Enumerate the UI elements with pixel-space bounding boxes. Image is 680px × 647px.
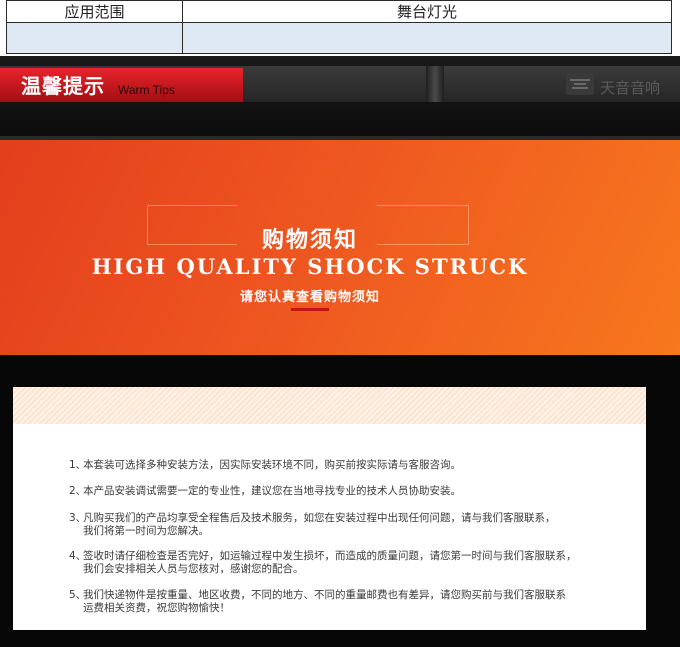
list-item: 3、 凡购买我们的产品均享受全程售后及技术服务，如您在安装过程中出现任何问题，请…	[69, 512, 556, 538]
item-text: 本套装可选择多种安装方法，因实际安装环境不同，购买前按实际请与客服咨询。	[83, 459, 461, 471]
item-text: 本产品安装调试需要一定的专业性，建议您在当地寻找专业的技术人员协助安装。	[83, 485, 461, 497]
item-text: 我们快递物件是按重量、地区收费，不同的地方、不同的重量邮费也有差异，请您购买前与…	[83, 589, 566, 601]
tips-subtitle: Warm Tips	[118, 83, 175, 97]
item-text-continued: 我们会安排相关人员与您核对，感谢您的配合。	[83, 563, 304, 575]
notice-card: 1、 本套装可选择多种安装方法，因实际安装环境不同，购买前按实际请与客服咨询。 …	[13, 387, 646, 630]
tips-title: 温馨提示	[21, 74, 105, 98]
divider	[426, 66, 444, 102]
brand-name: 天音音响	[600, 79, 661, 97]
table-row: 应用范围 舞台灯光	[6, 0, 672, 23]
spec-table: 应用范围 舞台灯光	[6, 0, 672, 54]
item-number: 1、	[69, 459, 87, 471]
item-text-continued: 运费相关资费，祝您购物愉快！	[83, 602, 230, 614]
tips-band: 温馨提示 Warm Tips 天音音响	[0, 56, 680, 140]
spec-label	[6, 22, 183, 54]
list-item: 5、 我们快递物件是按重量、地区收费，不同的地方、不同的重量邮费也有差异，请您购…	[69, 589, 566, 615]
banner-subtitle: 请您认真查看购物须知	[239, 290, 380, 305]
table-row	[6, 22, 672, 54]
shopping-notice-banner: 购物须知 HIGH QUALITY SHOCK STRUCK 请您认真查看购物须…	[0, 140, 680, 355]
list-item: 2、 本产品安装调试需要一定的专业性，建议您在当地寻找专业的技术人员协助安装。	[69, 485, 461, 498]
spec-label: 应用范围	[6, 0, 183, 23]
item-text-continued: 我们将第一时间为您解决。	[83, 525, 209, 537]
item-number: 5、	[69, 589, 87, 601]
item-number: 3、	[69, 512, 87, 524]
list-item: 4、 签收时请仔细检查是否完好，如运输过程中发生损坏，而造成的质量问题，请您第一…	[69, 550, 577, 576]
list-item: 1、 本套装可选择多种安装方法，因实际安装环境不同，购买前按实际请与客服咨询。	[69, 459, 461, 472]
spec-value: 舞台灯光	[182, 0, 672, 23]
notice-card-header	[13, 387, 646, 424]
banner-english-title: HIGH QUALITY SHOCK STRUCK	[91, 254, 529, 279]
item-text: 凡购买我们的产品均享受全程售后及技术服务，如您在安装过程中出现任何问题，请与我们…	[83, 512, 556, 524]
banner-title: 购物须知	[261, 228, 358, 253]
item-text: 签收时请仔细检查是否完好，如运输过程中发生损坏，而造成的质量问题，请您第一时间与…	[83, 550, 577, 562]
brand-logo-icon	[566, 73, 594, 95]
item-number: 4、	[69, 550, 87, 562]
item-number: 2、	[69, 485, 87, 497]
banner-underline	[291, 308, 329, 311]
spec-value	[182, 22, 672, 54]
